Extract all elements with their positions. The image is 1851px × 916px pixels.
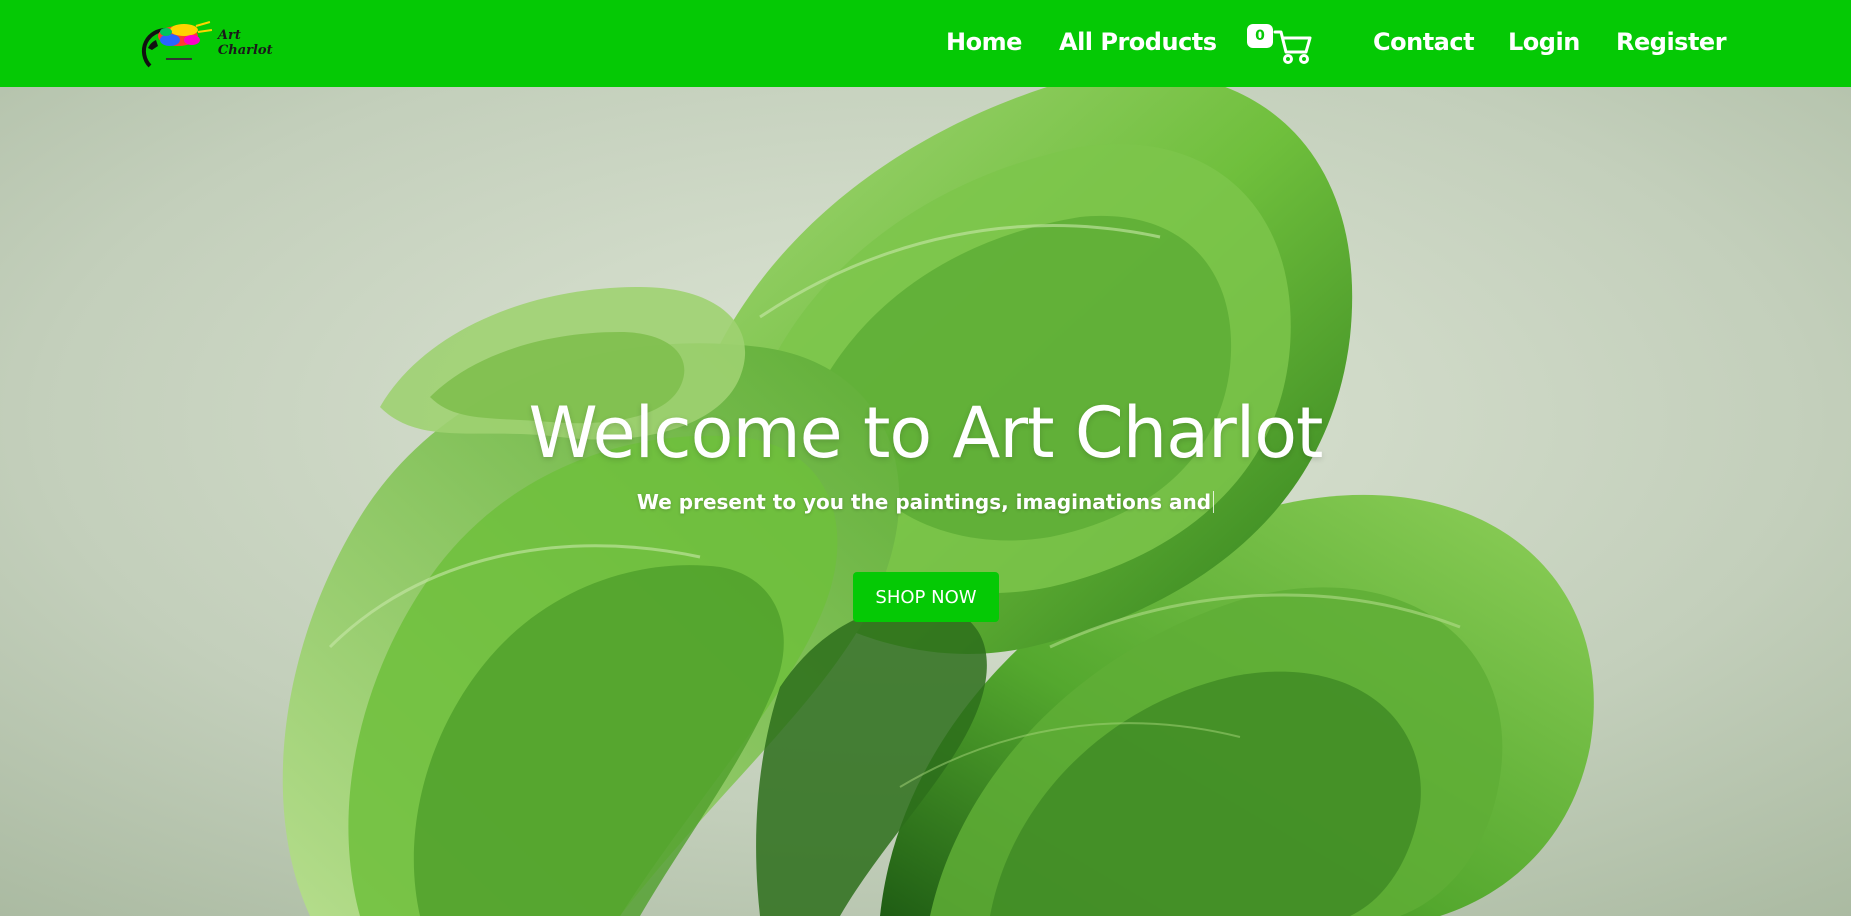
nav-home-link[interactable]: Home (946, 28, 1022, 56)
cart-button[interactable]: 0 (1247, 24, 1313, 66)
hero-section: Welcome to Art Charlot We present to you… (0, 87, 1851, 916)
shopping-cart-icon (1273, 30, 1312, 64)
brand-logo[interactable]: Art Charlot (140, 14, 300, 72)
brand-name: Art Charlot (217, 28, 273, 58)
hero-title: Welcome to Art Charlot (528, 392, 1324, 474)
hero-subtitle-text: We present to you the paintings, imagina… (636, 490, 1212, 514)
nav-register-link[interactable]: Register (1616, 28, 1727, 56)
palette-head-logo-icon (141, 21, 212, 68)
hero-subtitle: We present to you the paintings, imagina… (0, 490, 1851, 514)
shop-now-button[interactable]: SHOP NOW (853, 572, 999, 622)
typing-caret (1213, 491, 1215, 513)
nav-all-products-link[interactable]: All Products (1059, 28, 1217, 56)
nav-login-link[interactable]: Login (1508, 28, 1580, 56)
nav-contact-link[interactable]: Contact (1373, 28, 1475, 56)
top-navbar: Art Charlot Home All Products 0 Contact … (0, 0, 1851, 87)
cart-count-badge: 0 (1247, 24, 1273, 48)
